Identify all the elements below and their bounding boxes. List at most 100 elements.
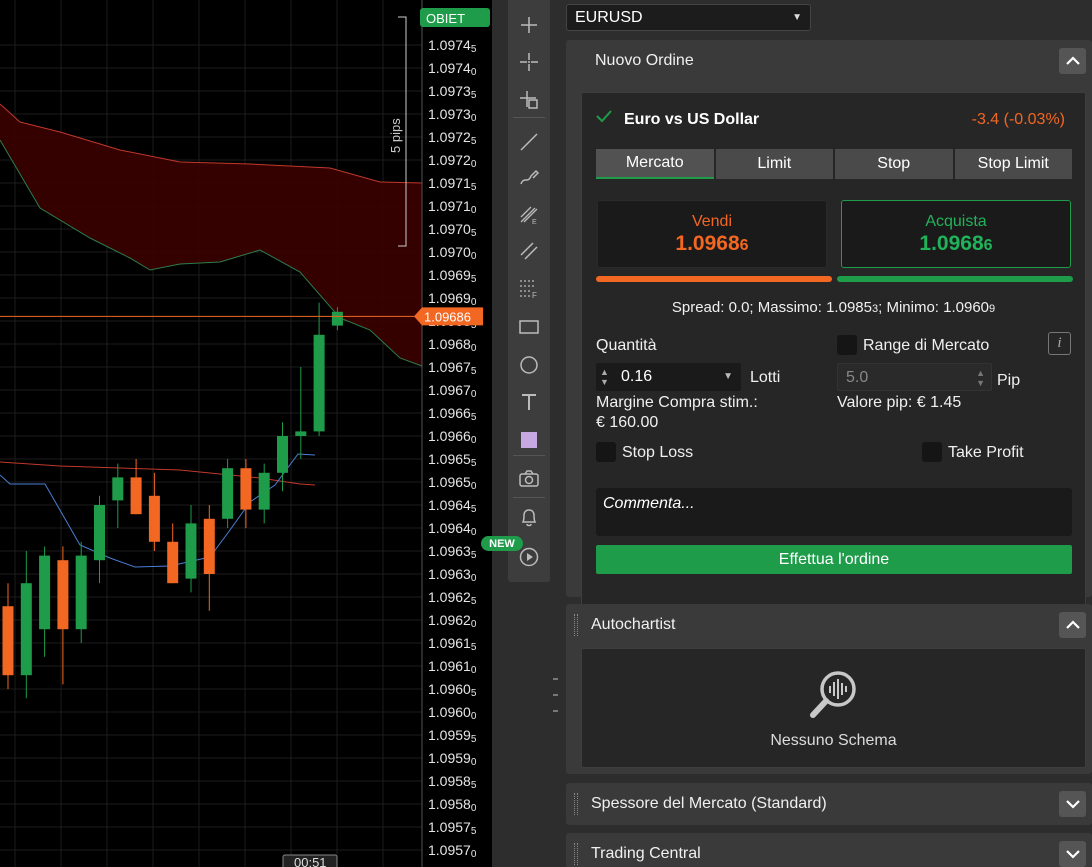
pip-label: Pip xyxy=(997,372,1021,389)
tool-color-swatch[interactable] xyxy=(508,423,550,457)
quantity-stepper[interactable]: ▲ ▼ 0.16 ▼ xyxy=(596,363,741,391)
candle-body[interactable] xyxy=(39,555,51,630)
candle-body[interactable] xyxy=(20,583,32,676)
tool-center-cross[interactable] xyxy=(508,45,550,79)
tab-mercato[interactable]: Mercato xyxy=(596,149,714,179)
pip-range-stepper[interactable]: 5.0 ▲ ▼ xyxy=(837,363,992,391)
resize-grip xyxy=(553,694,558,696)
toolbar-divider xyxy=(513,455,545,456)
stop-loss-checkbox[interactable] xyxy=(596,442,616,462)
chevron-down-icon[interactable]: ▼ xyxy=(723,371,733,382)
expand-button[interactable] xyxy=(1059,841,1086,867)
chart-splitter[interactable] xyxy=(492,0,506,867)
market-range-checkbox[interactable] xyxy=(837,335,857,355)
candle-body[interactable] xyxy=(258,472,270,510)
expand-button[interactable] xyxy=(1059,791,1086,817)
candle-body[interactable] xyxy=(185,523,197,579)
price-axis-label: 1.09615 xyxy=(428,635,477,653)
symbol-select[interactable]: EURUSD ▼ xyxy=(566,4,811,31)
price-axis-label: 1.09570 xyxy=(428,842,477,860)
margin-label: Margine Compra stim.: xyxy=(596,394,758,411)
price-axis-label: 1.09590 xyxy=(428,750,477,768)
chart-canvas[interactable]: 5 pips 1.09745 1.09740 1.09735 1.09730 1.0972… xyxy=(0,0,492,867)
candle-body[interactable] xyxy=(277,436,288,473)
candle-body[interactable] xyxy=(112,477,124,501)
take-profit-checkbox[interactable] xyxy=(922,442,942,462)
candle-body[interactable] xyxy=(57,560,69,630)
market-depth-header[interactable]: Spessore del Mercato (Standard) xyxy=(566,783,1092,823)
instrument-name: Euro vs US Dollar xyxy=(624,111,760,128)
price-axis-label: 1.09705 xyxy=(428,221,477,239)
price-axis-label: 1.09580 xyxy=(428,796,477,814)
trading-central-section: Trading Central xyxy=(566,833,1092,867)
instrument-change: -3.4 (-0.03%) xyxy=(971,111,1065,128)
spinner-arrows-icon[interactable]: ▲ ▼ xyxy=(600,367,609,387)
comment-input[interactable]: Commenta... xyxy=(596,488,1072,536)
drag-handle-icon[interactable] xyxy=(574,793,578,815)
place-order-button[interactable]: Effettua l'ordine xyxy=(596,545,1072,574)
tab-stop[interactable]: Stop xyxy=(835,149,953,179)
rectangle-icon xyxy=(519,320,539,334)
price-chart[interactable]: 5 pips 1.09745 1.09740 1.09735 1.09730 1.0972… xyxy=(0,0,492,867)
buy-label: Acquista xyxy=(925,213,987,230)
candle-body[interactable] xyxy=(94,505,105,561)
toolbar-divider xyxy=(513,117,545,118)
collapse-button[interactable] xyxy=(1059,612,1086,638)
market-range-label: Range di Mercato xyxy=(863,337,990,354)
price-axis-label: 1.09635 xyxy=(428,543,477,561)
parallel-channel-icon xyxy=(520,242,538,260)
new-order-header[interactable]: Nuovo Ordine xyxy=(566,40,1092,80)
sell-button[interactable]: Vendi 1.09686 xyxy=(597,200,827,268)
candle-body[interactable] xyxy=(203,518,215,574)
sell-label: Vendi xyxy=(691,213,733,230)
price-axis-label: 1.09575 xyxy=(428,819,477,837)
candle-body[interactable] xyxy=(75,555,87,630)
candle-body[interactable] xyxy=(167,541,179,584)
tool-rectangle[interactable] xyxy=(508,310,550,344)
price-axis-label: 1.09630 xyxy=(428,566,477,584)
tool-parallel-channel[interactable] xyxy=(508,234,550,268)
tool-fibonacci-grid[interactable]: F xyxy=(508,271,550,305)
sell-price: 1.09686 xyxy=(675,232,749,255)
pattern-search-icon xyxy=(810,671,856,718)
spread-info: Spread: 0.0; Massimo: 1.09853; Minimo: 1… xyxy=(671,299,996,316)
candle-body[interactable] xyxy=(2,606,14,676)
chevron-down-icon xyxy=(1065,850,1080,859)
buy-button[interactable]: Acquista 1.09686 xyxy=(841,200,1071,268)
tool-trend-line[interactable] xyxy=(508,125,550,159)
candle-body[interactable] xyxy=(240,468,252,510)
spinner-arrows-icon[interactable]: ▲ ▼ xyxy=(976,368,985,388)
trading-central-header[interactable]: Trading Central xyxy=(566,833,1092,867)
autochartist-header[interactable]: Autochartist xyxy=(566,604,1092,644)
autochartist-empty-message: Nessuno Schema xyxy=(770,732,897,749)
price-axis-label: 1.09605 xyxy=(428,681,477,699)
candle-body[interactable] xyxy=(331,311,343,326)
candle-body[interactable] xyxy=(313,334,325,432)
tool-camera[interactable] xyxy=(508,462,550,496)
tool-cursor-cross[interactable] xyxy=(508,83,550,117)
tool-bell[interactable] xyxy=(508,500,550,534)
candle-body[interactable] xyxy=(148,495,160,542)
drag-handle-icon[interactable] xyxy=(574,843,578,865)
candle-body[interactable] xyxy=(295,431,307,436)
tool-crosshair[interactable] xyxy=(508,8,550,42)
fibonacci-grid-icon: F xyxy=(520,280,537,299)
price-axis-label: 1.09650 xyxy=(428,474,477,492)
drag-handle-icon[interactable] xyxy=(574,614,578,636)
pip-range-value: 5.0 xyxy=(846,369,869,386)
candle-body[interactable] xyxy=(130,477,142,515)
panel-resize-handle[interactable] xyxy=(552,0,562,867)
tab-limit[interactable]: Limit xyxy=(715,149,833,179)
info-icon[interactable]: i xyxy=(1048,332,1071,355)
tool-fibonacci[interactable]: E xyxy=(508,197,550,231)
buy-sentiment-bar xyxy=(837,276,1073,282)
tool-text-tool[interactable] xyxy=(508,385,550,419)
collapse-button[interactable] xyxy=(1059,48,1086,74)
svg-text:F: F xyxy=(532,291,537,299)
tool-freehand[interactable] xyxy=(508,160,550,194)
candle-body[interactable] xyxy=(222,468,234,519)
drawing-toolbar: EF xyxy=(506,0,552,867)
price-axis-label: 1.09675 xyxy=(428,359,477,377)
tool-circle[interactable] xyxy=(508,348,550,382)
tab-stop-limit[interactable]: Stop Limit xyxy=(954,149,1072,179)
